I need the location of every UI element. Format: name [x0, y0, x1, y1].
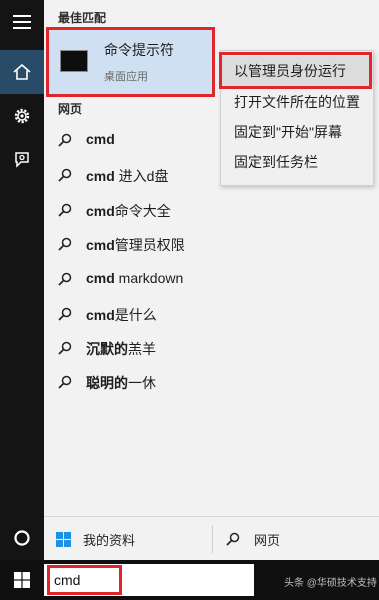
windows-logo-icon	[56, 531, 71, 547]
web-result-text: cmd	[86, 131, 115, 147]
web-search-label: 网页	[254, 532, 281, 548]
search-icon	[58, 375, 72, 389]
feedback-button[interactable]	[0, 138, 44, 182]
web-result-text: cmd是什么	[86, 307, 157, 323]
divider	[212, 525, 213, 553]
web-result-text: 沉默的羔羊	[86, 341, 156, 357]
web-result[interactable]: cmd 进入d盘	[44, 159, 214, 191]
web-result[interactable]: cmd markdown	[44, 263, 214, 295]
watermark: 头条 @华硕技术支持	[284, 578, 377, 589]
web-result[interactable]: cmd管理员权限	[44, 228, 214, 260]
web-result-text: cmd命令大全	[86, 203, 171, 219]
best-match-header: 最佳匹配	[58, 11, 107, 25]
windows-logo-icon	[14, 572, 30, 588]
web-result[interactable]: cmd	[44, 124, 214, 156]
search-icon	[58, 203, 72, 217]
annotation-box-best-match	[46, 27, 215, 97]
cortana-button[interactable]	[0, 516, 44, 560]
web-result[interactable]: 聪明的一休	[44, 366, 214, 398]
my-stuff-button[interactable]: 我的资料	[56, 517, 135, 561]
search-icon	[58, 168, 72, 182]
web-header: 网页	[58, 102, 83, 116]
search-icon	[58, 307, 72, 321]
annotation-box-run-as-admin	[219, 52, 372, 89]
web-result-text: cmd markdown	[86, 270, 184, 286]
search-icon	[58, 237, 72, 251]
annotation-box-search	[47, 565, 122, 595]
settings-icon	[14, 108, 30, 124]
hamburger-icon	[13, 15, 31, 29]
search-icon	[226, 532, 240, 546]
web-result-text: 聪明的一休	[86, 375, 156, 391]
web-result[interactable]: cmd命令大全	[44, 194, 214, 226]
web-result[interactable]: 沉默的羔羊	[44, 332, 214, 364]
search-icon	[58, 272, 72, 286]
web-result-text: cmd 进入d盘	[86, 168, 169, 184]
feedback-icon	[15, 152, 29, 168]
search-icon	[58, 341, 72, 355]
left-rail	[0, 0, 44, 560]
web-result[interactable]: cmd是什么	[44, 298, 214, 330]
my-stuff-label: 我的资料	[83, 532, 136, 548]
results-pane: 最佳匹配 命令提示符 桌面应用 网页 cmd cmd 进入d盘 cmd命令大全 …	[44, 0, 379, 561]
home-icon	[13, 64, 31, 80]
bottom-bar: 我的资料 网页	[44, 516, 379, 561]
pin-to-taskbar-item[interactable]: 固定到任务栏	[221, 147, 373, 177]
web-result-text: cmd管理员权限	[86, 237, 185, 253]
settings-button[interactable]	[0, 94, 44, 138]
web-search-button[interactable]: 网页	[226, 517, 280, 561]
search-icon	[58, 133, 72, 147]
menu-button[interactable]	[0, 0, 44, 44]
start-search-screen: 最佳匹配 命令提示符 桌面应用 网页 cmd cmd 进入d盘 cmd命令大全 …	[0, 0, 379, 600]
home-button[interactable]	[0, 50, 44, 94]
start-button[interactable]	[0, 560, 44, 600]
taskbar: cmd 头条 @华硕技术支持	[0, 560, 379, 600]
pin-to-start-item[interactable]: 固定到"开始"屏幕	[221, 117, 373, 147]
cortana-icon	[14, 530, 30, 546]
open-file-location-item[interactable]: 打开文件所在的位置	[221, 87, 373, 117]
